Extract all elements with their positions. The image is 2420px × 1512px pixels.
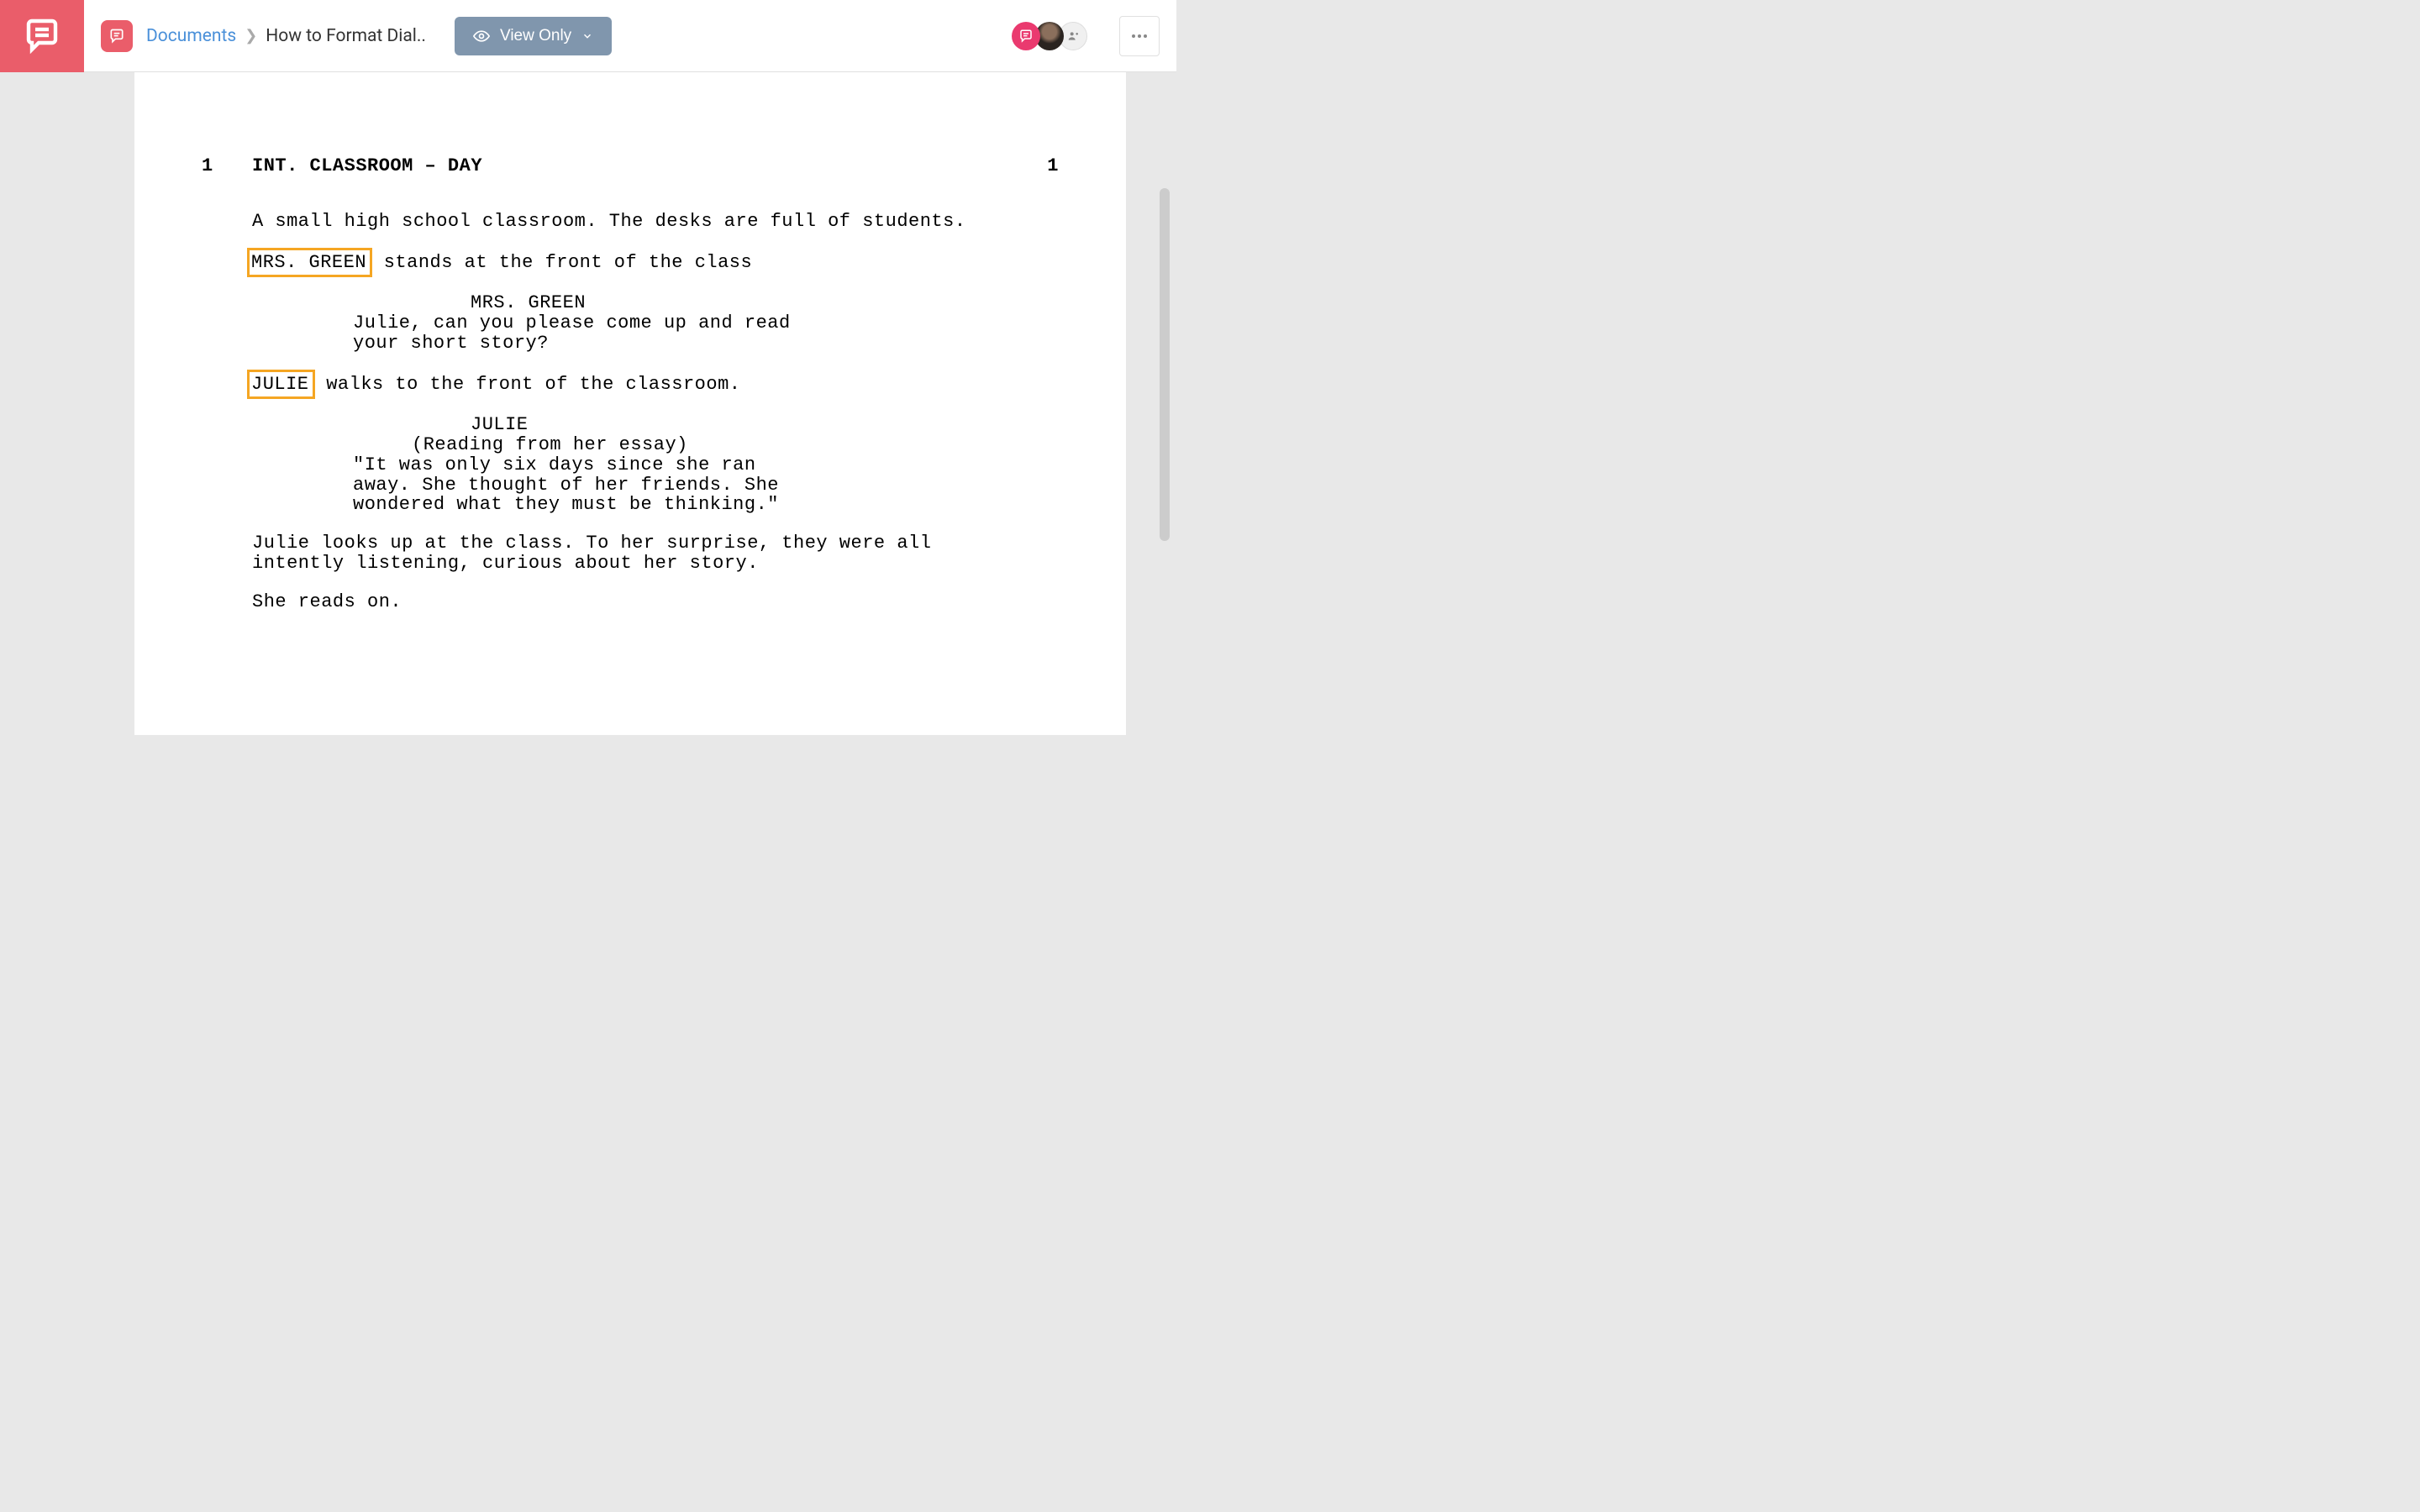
breadcrumb-documents-link[interactable]: Documents [146,26,236,46]
action-text: stands at the front of the class [372,252,752,273]
breadcrumb-current: How to Format Dial.. [266,26,426,46]
header-bar: Documents ❯ How to Format Dial.. View On… [84,0,1176,72]
action-line: JULIE walks to the front of the classroo… [247,372,978,397]
character-cue: MRS. GREEN [471,293,1059,313]
action-text: walks to the front of the classroom. [315,374,741,395]
avatar-app-icon[interactable] [1012,22,1040,50]
chevron-down-icon [581,30,593,42]
scrollbar[interactable] [1160,188,1170,541]
breadcrumb: Documents ❯ How to Format Dial.. [146,26,426,46]
dialogue-block: JULIE (Reading from her essay) "It was o… [252,415,1059,515]
dialogue-text: Julie, can you please come up and read y… [353,313,798,354]
eye-icon [473,28,490,45]
ellipsis-icon [1132,34,1147,38]
view-mode-label: View Only [500,27,571,45]
scene-heading-row: 1 INT. CLASSROOM – DAY 1 [202,156,1059,176]
character-highlight: JULIE [247,370,315,400]
script-document: 1 INT. CLASSROOM – DAY 1 A small high sc… [134,72,1126,735]
view-mode-button[interactable]: View Only [455,17,612,55]
app-logo[interactable] [0,0,84,72]
script-body: A small high school classroom. The desks… [252,212,1059,612]
action-line: Julie looks up at the class. To her surp… [252,533,983,574]
scene-number-right: 1 [1034,156,1059,176]
header-right [1012,16,1160,56]
character-cue: JULIE [471,415,1059,435]
dialogue-block: MRS. GREEN Julie, can you please come up… [252,293,1059,353]
scene-heading: INT. CLASSROOM – DAY [252,156,1034,176]
header-left: Documents ❯ How to Format Dial.. View On… [101,17,612,55]
dialogue-text: "It was only six days since she ran away… [353,455,798,515]
chevron-right-icon: ❯ [245,27,257,45]
content-area: 1 INT. CLASSROOM – DAY 1 A small high sc… [84,72,1176,735]
scene-number-left: 1 [202,156,252,176]
document-icon[interactable] [101,20,133,52]
action-line: MRS. GREEN stands at the front of the cl… [247,250,978,276]
parenthetical: (Reading from her essay) [412,435,1059,455]
person-icon [1066,29,1080,43]
character-highlight: MRS. GREEN [247,248,372,278]
action-line: She reads on. [252,592,983,612]
more-options-button[interactable] [1119,16,1160,56]
action-line: A small high school classroom. The desks… [252,212,983,232]
avatar-stack[interactable] [1012,22,1087,50]
